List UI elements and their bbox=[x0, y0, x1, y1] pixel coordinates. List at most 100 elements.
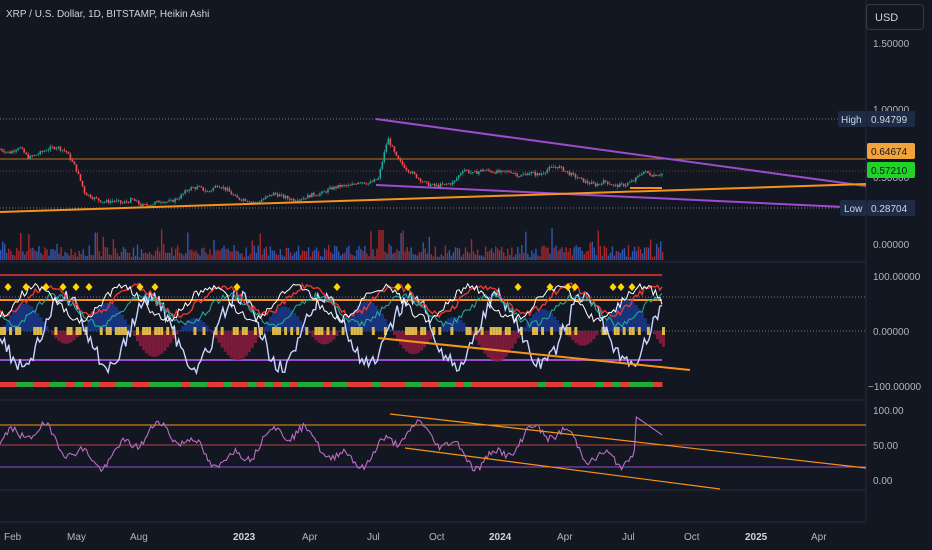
candle-body bbox=[488, 169, 490, 171]
volume-bar bbox=[193, 251, 195, 260]
volume-bar bbox=[545, 247, 547, 260]
candle-body bbox=[570, 172, 573, 176]
volume-bar bbox=[511, 247, 513, 260]
candle-body bbox=[355, 183, 357, 185]
volume-bar bbox=[68, 255, 70, 260]
signal-strip-segment bbox=[372, 382, 382, 387]
momentum-yellow bbox=[504, 327, 508, 335]
candle-body bbox=[238, 197, 241, 200]
volume-bar bbox=[659, 241, 662, 260]
candle-body bbox=[602, 180, 605, 185]
signal-strip-segment bbox=[504, 382, 514, 387]
volume-bar bbox=[633, 246, 636, 260]
candle-body bbox=[77, 171, 80, 175]
signal-strip-segment bbox=[579, 382, 588, 387]
volume-bar bbox=[6, 253, 8, 260]
candle-body bbox=[250, 202, 253, 203]
candle-body bbox=[427, 182, 430, 186]
volume-bar bbox=[26, 251, 28, 260]
candle-body bbox=[486, 169, 488, 171]
momentum-yellow bbox=[166, 327, 170, 335]
volume-bar bbox=[307, 247, 310, 260]
candle-body bbox=[309, 194, 311, 198]
volume-bar bbox=[299, 255, 302, 260]
volume-bar bbox=[645, 247, 648, 260]
momentum-bar bbox=[589, 331, 593, 343]
momentum-bar bbox=[241, 331, 245, 359]
candle-body bbox=[156, 200, 158, 203]
volume-bar bbox=[100, 256, 103, 260]
momentum-yellow bbox=[235, 327, 239, 335]
volume-bar bbox=[187, 232, 189, 260]
candle-body bbox=[140, 204, 142, 207]
candle-body bbox=[659, 175, 661, 176]
momentum-bar bbox=[287, 307, 291, 331]
volume-bar bbox=[18, 250, 20, 260]
candle-body bbox=[415, 173, 418, 178]
candle-body bbox=[37, 154, 40, 155]
currency-selector[interactable]: USD bbox=[866, 4, 924, 30]
volume-bar bbox=[613, 255, 616, 260]
candle-body bbox=[478, 171, 480, 174]
candle-body bbox=[558, 166, 561, 169]
volume-bar bbox=[94, 232, 96, 260]
candle-body bbox=[45, 150, 48, 152]
momentum-bar bbox=[293, 312, 297, 331]
candle-body bbox=[307, 194, 309, 199]
time-tick: Feb bbox=[4, 532, 22, 543]
volume-bar bbox=[647, 247, 650, 260]
time-tick-year: 2024 bbox=[489, 532, 512, 543]
momentum-bar bbox=[178, 330, 182, 331]
candle-body bbox=[319, 193, 321, 196]
momentum-bar bbox=[163, 331, 167, 351]
momentum-bar bbox=[235, 331, 239, 361]
volume-bar bbox=[488, 250, 491, 260]
candle-body bbox=[33, 154, 36, 156]
signal-strip-segment bbox=[82, 382, 92, 387]
signal-strip-segment bbox=[628, 382, 638, 387]
volume-bar bbox=[432, 256, 435, 260]
volume-bar bbox=[470, 239, 473, 260]
momentum-yellow bbox=[574, 327, 578, 335]
volume-bar bbox=[136, 244, 139, 260]
candle-body bbox=[172, 199, 174, 203]
volume-bar bbox=[605, 247, 608, 260]
candle-body bbox=[506, 171, 508, 172]
candle-body bbox=[633, 180, 635, 182]
volume-bar bbox=[551, 228, 553, 260]
candle-body bbox=[83, 186, 86, 193]
volume-bar bbox=[430, 254, 433, 260]
signal-diamond bbox=[85, 283, 93, 291]
candle-body bbox=[115, 200, 118, 202]
momentum-yellow bbox=[54, 327, 58, 335]
chart-canvas[interactable]: 1.50000 1.00000 0.50000 0.00000 High 0.9… bbox=[0, 0, 932, 550]
candle-body bbox=[321, 191, 323, 194]
momentum-yellow bbox=[631, 327, 635, 335]
volume-bar bbox=[130, 256, 133, 260]
candle-body bbox=[576, 177, 579, 179]
candle-body bbox=[582, 178, 585, 183]
signal-strip-segment bbox=[479, 382, 489, 387]
momentum-yellow bbox=[36, 327, 40, 335]
candle-body bbox=[49, 146, 52, 150]
candle-body bbox=[357, 182, 359, 185]
volume-bar bbox=[651, 256, 654, 260]
volume-bar bbox=[567, 251, 569, 260]
signal-strip-segment bbox=[314, 382, 324, 387]
candle-body bbox=[405, 168, 408, 170]
momentum-bar bbox=[311, 331, 315, 338]
volume-bar bbox=[352, 255, 354, 260]
candle-body bbox=[500, 170, 502, 173]
candle-body bbox=[343, 185, 345, 186]
candle-body bbox=[27, 154, 29, 160]
candle-body bbox=[548, 167, 551, 170]
candle-body bbox=[351, 183, 353, 186]
signal-strip-segment bbox=[215, 382, 224, 387]
volume-bar bbox=[392, 253, 394, 260]
signal-strip-segment bbox=[513, 382, 522, 387]
candle-body bbox=[274, 192, 277, 194]
volume-bar bbox=[603, 245, 606, 260]
candle-body bbox=[588, 183, 591, 185]
momentum-bar bbox=[338, 331, 342, 332]
volume-bar bbox=[450, 255, 453, 260]
